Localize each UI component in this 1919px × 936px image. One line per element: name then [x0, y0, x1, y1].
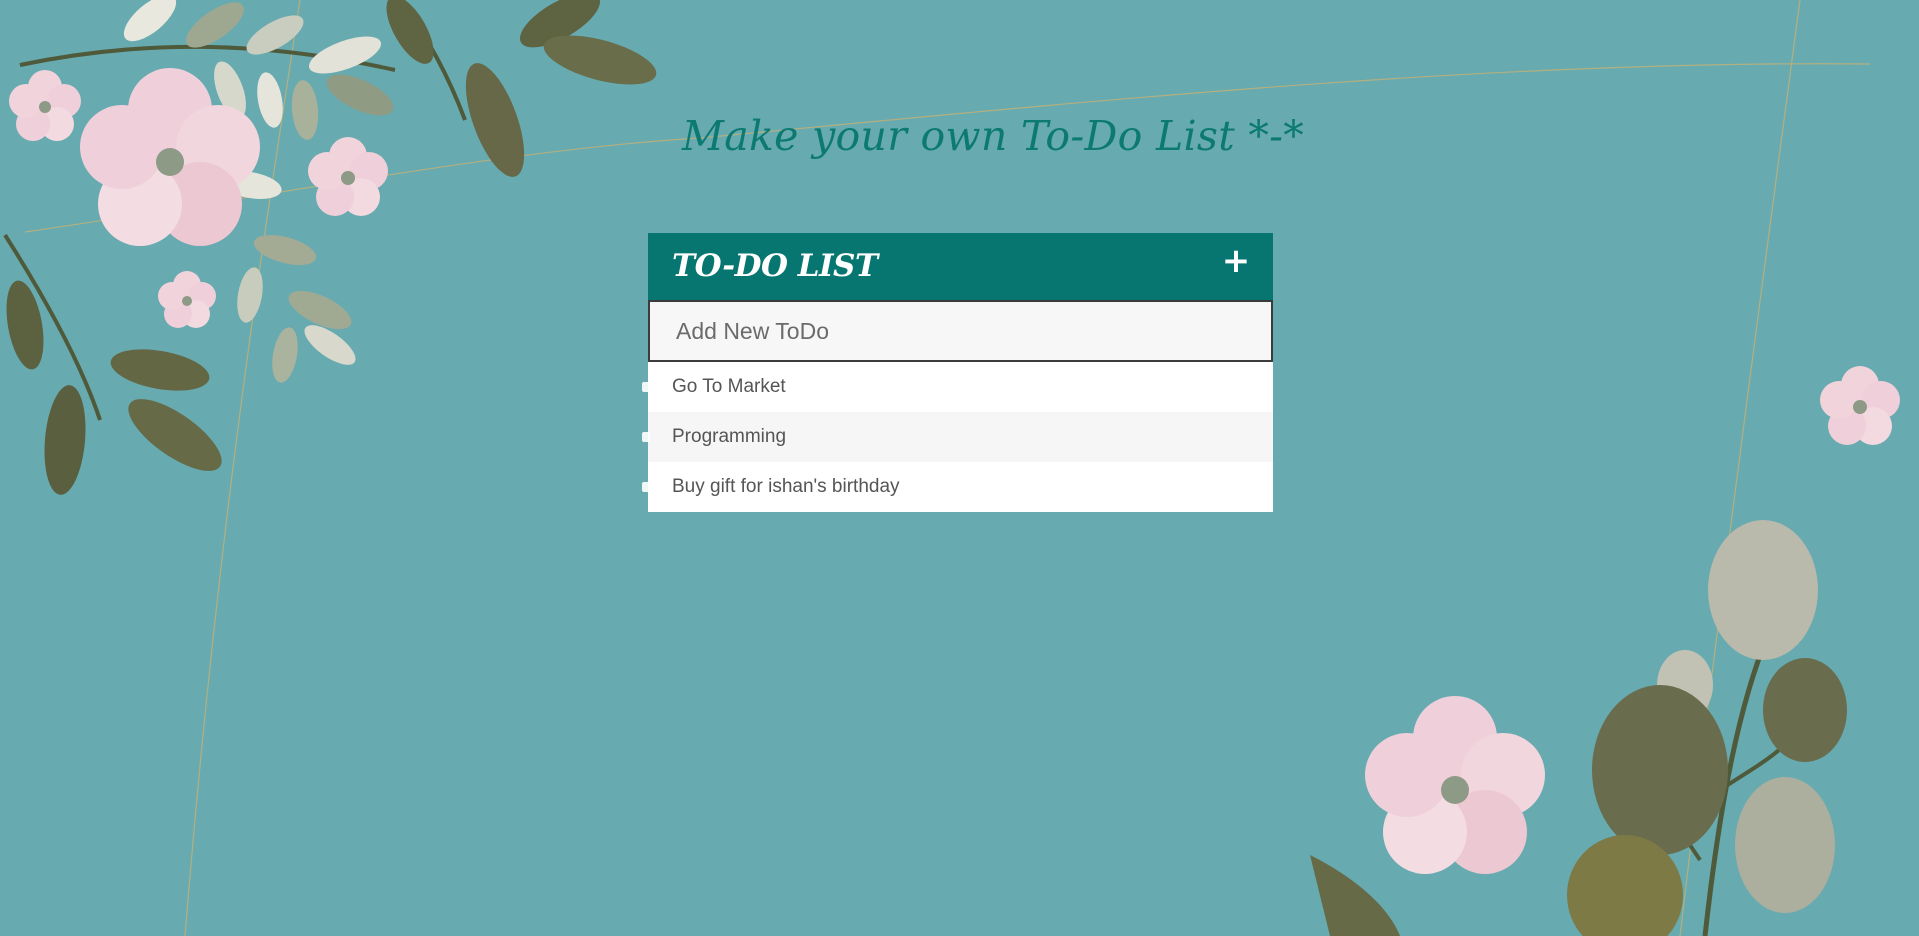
card-title: TO-DO LIST: [672, 248, 878, 284]
delete-handle-icon[interactable]: [642, 432, 650, 442]
todo-item-text: Buy gift for ishan's birthday: [672, 476, 900, 497]
app-stage: Make your own To-Do List *-* TO-DO LIST …: [0, 0, 1919, 936]
card-header: TO-DO LIST +: [648, 233, 1273, 300]
page-heading: Make your own To-Do List *-*: [682, 112, 1305, 160]
todo-list: Go To Market Programming Buy gift for is…: [642, 362, 1273, 512]
todo-card: TO-DO LIST + Go To Market Programming Bu…: [642, 233, 1273, 512]
delete-handle-icon[interactable]: [642, 382, 650, 392]
plus-icon[interactable]: +: [1221, 244, 1251, 278]
todo-item-text: Programming: [672, 426, 787, 447]
bottom-right-foliage: [1310, 520, 1847, 936]
todo-item-text: Go To Market: [672, 376, 786, 397]
todo-item[interactable]: Buy gift for ishan's birthday: [642, 462, 1273, 512]
delete-handle-icon[interactable]: [642, 482, 650, 492]
top-left-foliage: [3, 0, 657, 495]
todo-item[interactable]: Go To Market: [642, 362, 1273, 412]
add-todo-input[interactable]: [648, 300, 1273, 362]
todo-item[interactable]: Programming: [642, 412, 1273, 462]
